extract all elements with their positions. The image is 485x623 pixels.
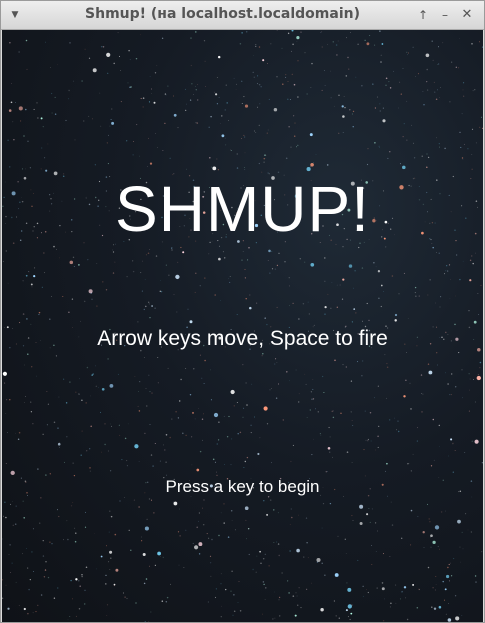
- close-icon: ✕: [461, 7, 473, 22]
- window-title: Shmup! (на localhost.localdomain): [85, 6, 360, 22]
- title-bar[interactable]: ▼ Shmup! (на localhost.localdomain) ↑ – …: [1, 1, 484, 30]
- arrow-up-icon: ↑: [417, 8, 429, 22]
- window-menu-button[interactable]: ▼: [9, 10, 21, 20]
- minus-icon: –: [442, 8, 448, 22]
- instructions-text: Arrow keys move, Space to fire: [97, 327, 388, 350]
- close-button[interactable]: ✕: [459, 7, 475, 23]
- app-window: ▼ Shmup! (на localhost.localdomain) ↑ – …: [0, 0, 485, 623]
- game-title: SHMUP!: [115, 173, 370, 245]
- minimize-button[interactable]: –: [437, 7, 453, 23]
- game-canvas[interactable]: SHMUP! Arrow keys move, Space to fire Pr…: [2, 30, 483, 622]
- start-prompt: Press a key to begin: [165, 477, 320, 496]
- chevron-down-icon: ▼: [11, 10, 19, 20]
- maximize-button[interactable]: ↑: [415, 7, 431, 23]
